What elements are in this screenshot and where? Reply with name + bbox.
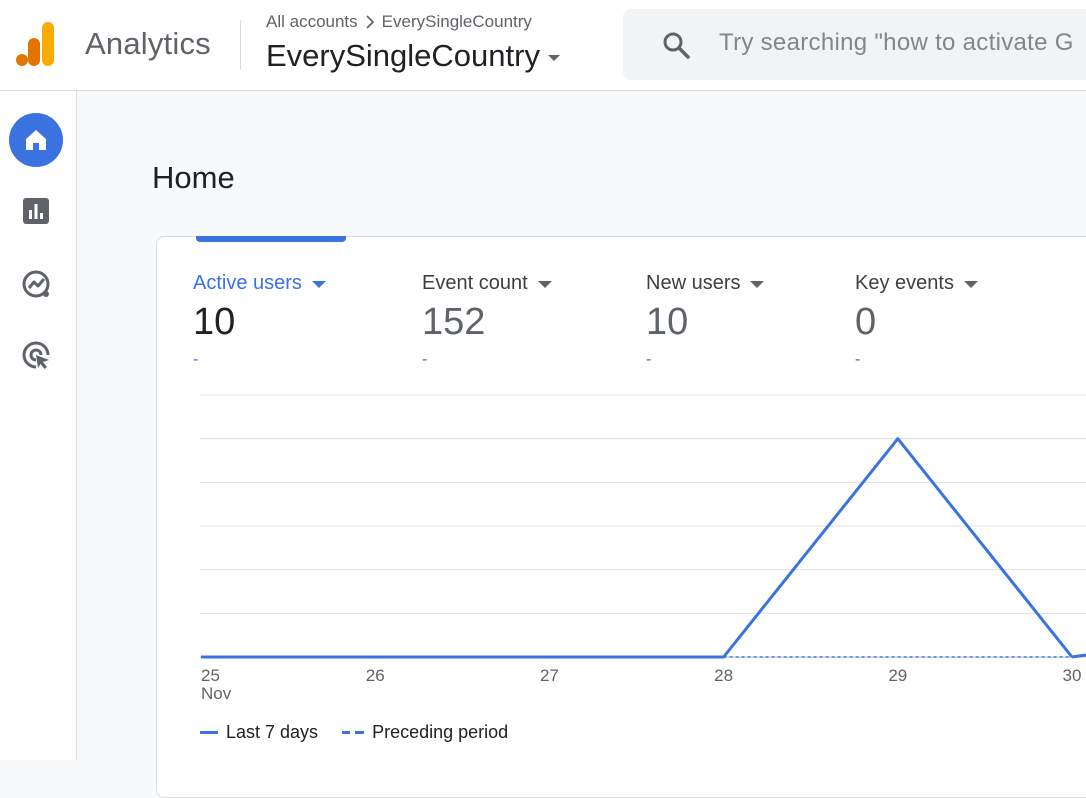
top-app-bar: Analytics All accounts EverySingleCountr…: [0, 0, 1086, 91]
bar-chart-icon: [22, 197, 50, 225]
x-tick-label: 27: [540, 666, 559, 685]
caret-down-icon: [964, 281, 978, 288]
metric-tab-active-users[interactable]: Active users 10 -: [193, 272, 326, 369]
legend-solid-swatch: [200, 731, 218, 734]
nav-advertising[interactable]: [9, 328, 63, 382]
metric-label-text: Key events: [855, 272, 954, 295]
metric-label-key-events[interactable]: Key events: [855, 272, 978, 295]
page-title: Home: [152, 160, 235, 196]
metric-tab-key-events[interactable]: Key events 0 -: [855, 272, 978, 369]
metric-label-new-users[interactable]: New users: [646, 272, 764, 295]
legend-label-current: Last 7 days: [226, 722, 318, 743]
breadcrumb-current[interactable]: EverySingleCountry: [382, 12, 532, 32]
property-selector[interactable]: EverySingleCountry: [266, 38, 560, 74]
metric-delta: -: [422, 351, 552, 369]
property-name: EverySingleCountry: [266, 38, 540, 74]
app-name: Analytics: [85, 26, 211, 62]
chart-legend: Last 7 days Preceding period: [200, 722, 532, 743]
series-line-tail: [1072, 655, 1086, 657]
header-divider: [240, 20, 241, 70]
legend-item-previous[interactable]: Preceding period: [342, 722, 508, 743]
metric-label-text: Active users: [193, 272, 302, 295]
x-tick-label: 30: [1063, 666, 1082, 685]
target-cursor-icon: [20, 339, 52, 371]
line-chart: 25Nov 26 27 28 29 30: [0, 380, 1086, 720]
metric-delta: -: [855, 351, 978, 369]
caret-down-icon: [750, 281, 764, 288]
breadcrumb: All accounts EverySingleCountry: [266, 12, 532, 32]
x-tick-label: 29: [888, 666, 907, 685]
metric-tab-event-count[interactable]: Event count 152 -: [422, 272, 552, 369]
legend-label-previous: Preceding period: [372, 722, 508, 743]
nav-home[interactable]: [9, 113, 63, 167]
search-bar[interactable]: Try searching "how to activate G: [623, 9, 1086, 80]
caret-down-icon: [548, 55, 560, 61]
metric-delta: -: [646, 351, 764, 369]
analytics-logo[interactable]: [16, 22, 56, 66]
metric-tab-new-users[interactable]: New users 10 -: [646, 272, 764, 369]
metric-label-active-users[interactable]: Active users: [193, 272, 326, 295]
x-tick-label: 26: [366, 666, 385, 685]
search-input[interactable]: Try searching "how to activate G: [719, 29, 1074, 57]
explore-icon: [20, 268, 52, 300]
legend-item-current[interactable]: Last 7 days: [200, 722, 318, 743]
metric-value: 0: [855, 303, 978, 341]
caret-down-icon: [312, 281, 326, 288]
series-line-last-7-days: [201, 439, 1072, 657]
metric-label-text: New users: [646, 272, 740, 295]
x-tick-label: 28: [714, 666, 733, 685]
metric-value: 10: [193, 303, 326, 341]
metric-delta: -: [193, 351, 326, 369]
x-tick-label: 25: [201, 666, 220, 685]
search-icon: [661, 30, 691, 60]
nav-reports[interactable]: [9, 184, 63, 238]
metric-label-event-count[interactable]: Event count: [422, 272, 552, 295]
breadcrumb-root[interactable]: All accounts: [266, 12, 358, 32]
metric-value: 152: [422, 303, 552, 341]
chevron-right-icon: [364, 14, 376, 30]
active-tab-indicator: [196, 236, 346, 242]
x-tick-sublabel: Nov: [201, 684, 232, 703]
nav-explore[interactable]: [9, 257, 63, 311]
legend-dashed-swatch: [342, 731, 364, 734]
metric-value: 10: [646, 303, 764, 341]
metric-label-text: Event count: [422, 272, 528, 295]
home-icon: [23, 127, 49, 153]
caret-down-icon: [538, 281, 552, 288]
